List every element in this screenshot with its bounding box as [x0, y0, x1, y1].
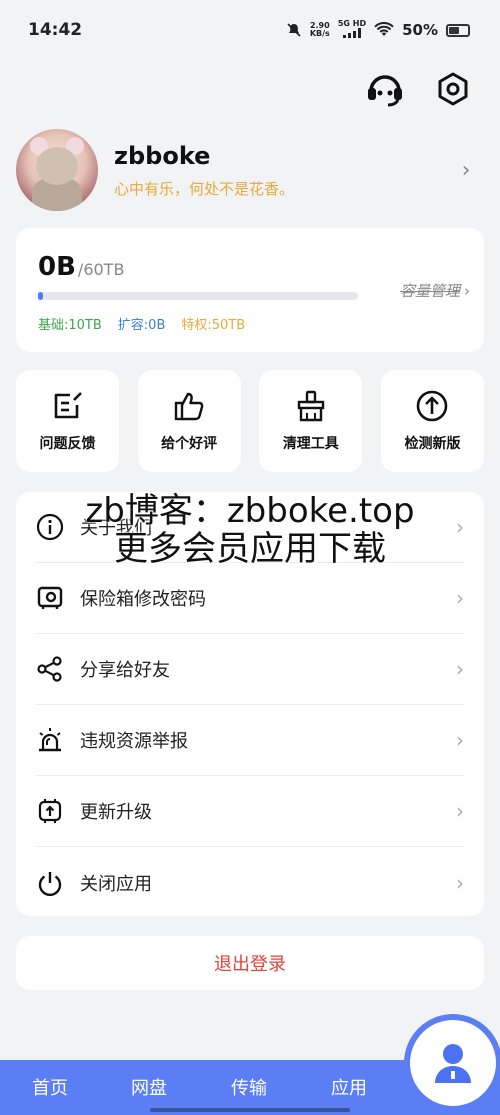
- signal-icon: [342, 28, 361, 38]
- home-indicator: [150, 1108, 350, 1112]
- tab-profile[interactable]: [410, 1020, 496, 1106]
- menu-label: 分享给好友: [80, 660, 170, 681]
- tile-feedback[interactable]: 问题反馈: [16, 370, 119, 472]
- chevron-right-icon: ›: [464, 282, 470, 300]
- menu-label: 保险箱修改密码: [80, 589, 206, 610]
- status-time: 14:42: [28, 20, 83, 40]
- settings-button[interactable]: [434, 70, 472, 108]
- quota-base: 基础:10TB: [38, 318, 102, 333]
- user-icon: [435, 1044, 471, 1083]
- customer-service-button[interactable]: [366, 70, 404, 108]
- user-motto: 心中有乐，何处不是花香。: [114, 179, 295, 198]
- feedback-icon: [54, 392, 82, 419]
- net-speed-unit: KB/s: [309, 29, 330, 38]
- menu-label: 更新升级: [80, 802, 152, 823]
- settings-menu: 关于我们 › 保险箱修改密码 › 分享给好友 › 违规资源举报 › 更新升级 ›…: [16, 492, 484, 916]
- tile-label: 问题反馈: [39, 436, 96, 452]
- battery-icon: [446, 23, 470, 37]
- tile-rate[interactable]: 给个好评: [137, 370, 241, 472]
- menu-about-us[interactable]: 关于我们 ›: [36, 492, 464, 563]
- status-bar: 14:42 2.90 KB/s 5G HD 50%: [0, 0, 500, 60]
- status-icons: 2.90 KB/s 5G HD 50%: [286, 20, 470, 40]
- broom-icon: [297, 390, 325, 422]
- logout-label: 退出登录: [214, 954, 286, 975]
- tile-label: 检测新版: [404, 436, 461, 452]
- menu-update-upgrade[interactable]: 更新升级 ›: [36, 776, 464, 847]
- storage-card: 0B/60TB 容量管理 › 基础:10TB 扩容:0B 特权:50TB: [16, 228, 484, 352]
- menu-label: 关于我们: [80, 518, 152, 539]
- upgrade-icon: [36, 797, 64, 825]
- capacity-management-label: 容量管理: [399, 282, 460, 300]
- headset-icon: [368, 75, 402, 107]
- safe-icon: [36, 584, 64, 612]
- storage-used: 0B: [38, 252, 76, 282]
- tab-apps[interactable]: 应用: [331, 1074, 367, 1100]
- chevron-right-icon: ›: [456, 799, 464, 823]
- net-speed: 2.90 KB/s: [310, 22, 330, 38]
- tab-home[interactable]: 首页: [32, 1074, 68, 1100]
- menu-share-friends[interactable]: 分享给好友 ›: [36, 634, 464, 705]
- avatar[interactable]: [16, 129, 98, 211]
- quota-breakdown: 基础:10TB 扩容:0B 特权:50TB: [38, 314, 462, 333]
- tab-netdisk[interactable]: 网盘: [131, 1074, 167, 1100]
- storage-summary: 0B/60TB: [38, 252, 462, 282]
- share-icon: [36, 655, 64, 683]
- logout-button[interactable]: 退出登录: [16, 936, 484, 990]
- network-badge: 5G HD: [338, 20, 366, 40]
- tile-label: 给个好评: [161, 436, 218, 452]
- top-actions: [366, 70, 472, 108]
- storage-progress-fill: [38, 292, 43, 300]
- storage-total: /60TB: [77, 260, 125, 279]
- alarm-icon: [36, 726, 64, 754]
- profile-text: zbboke 心中有乐，何处不是花香。: [114, 142, 456, 199]
- menu-label: 违规资源举报: [80, 731, 188, 752]
- power-icon: [36, 869, 64, 897]
- menu-label: 关闭应用: [80, 873, 152, 895]
- network-type: 5G: [337, 19, 350, 28]
- tab-transfer[interactable]: 传输: [231, 1074, 267, 1100]
- menu-safe-password[interactable]: 保险箱修改密码 ›: [36, 563, 464, 634]
- chevron-right-icon: ›: [456, 657, 464, 681]
- battery-percent: 50%: [402, 21, 438, 39]
- tile-clean[interactable]: 清理工具: [259, 370, 363, 472]
- gear-icon: [438, 72, 468, 106]
- menu-close-app[interactable]: 关闭应用 ›: [36, 847, 464, 918]
- profile-header[interactable]: zbboke 心中有乐，何处不是花香。 ›: [16, 128, 476, 212]
- tile-check-update[interactable]: 检测新版: [380, 370, 484, 472]
- quota-expand: 扩容:0B: [117, 318, 166, 333]
- menu-report-violation[interactable]: 违规资源举报 ›: [36, 705, 464, 776]
- chevron-right-icon: ›: [461, 157, 471, 183]
- capacity-management-link[interactable]: 容量管理 ›: [400, 280, 470, 301]
- chevron-right-icon: ›: [456, 586, 464, 610]
- network-hd: HD: [352, 19, 367, 28]
- tile-label: 清理工具: [282, 436, 339, 452]
- info-icon: [36, 513, 64, 541]
- wifi-icon: [374, 22, 394, 36]
- mute-bell-icon: [287, 23, 301, 37]
- quota-privilege: 特权:50TB: [181, 318, 246, 333]
- username: zbboke: [114, 141, 211, 170]
- quick-actions: 问题反馈 给个好评 清理工具 检测新版: [16, 370, 484, 472]
- chevron-right-icon: ›: [456, 870, 464, 895]
- storage-progress-bar: [38, 292, 358, 300]
- thumbs-up-icon: [174, 392, 204, 421]
- chevron-right-icon: ›: [456, 728, 464, 752]
- upload-arrow-icon: [417, 390, 448, 422]
- chevron-right-icon: ›: [456, 515, 464, 539]
